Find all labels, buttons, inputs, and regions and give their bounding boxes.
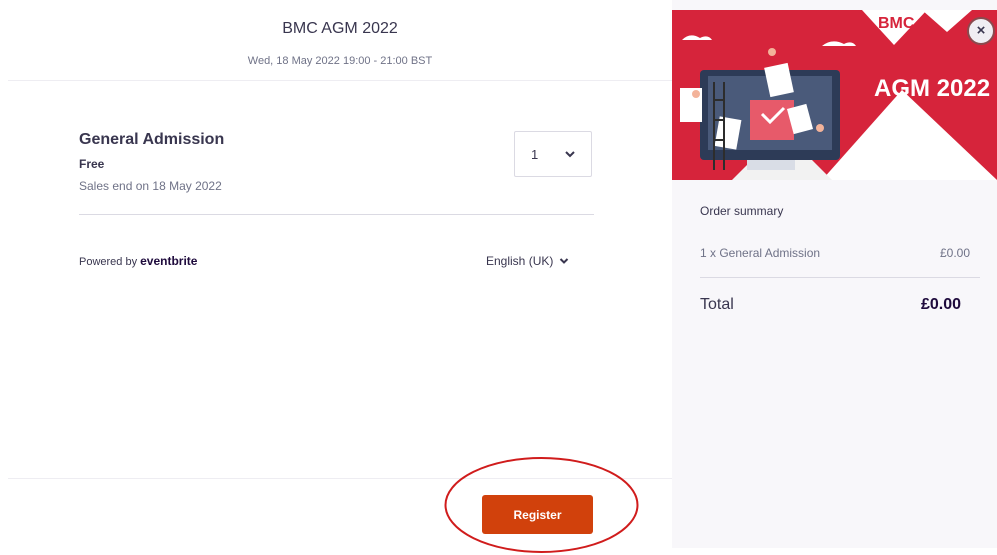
quantity-select[interactable]: 1	[514, 131, 592, 177]
close-button[interactable]: ×	[967, 17, 995, 45]
bmc-logo: BMC	[878, 15, 915, 32]
ticket-name: General Admission	[79, 131, 225, 148]
order-item-label: 1 x General Admission	[700, 246, 821, 260]
language-label: English (UK)	[486, 254, 554, 268]
chevron-down-icon	[565, 151, 575, 158]
event-header: BMC AGM 2022 Wed, 18 May 2022 19:00 - 21…	[8, 0, 672, 81]
language-select[interactable]: English (UK)	[486, 254, 570, 268]
quantity-value: 1	[531, 147, 539, 162]
eventbrite-logo[interactable]: eventbrite	[140, 254, 197, 268]
chevron-down-icon	[560, 258, 569, 264]
annotation-circle	[444, 457, 639, 553]
ticket-sales-end: Sales end on 18 May 2022	[79, 179, 222, 193]
event-banner-image: BMC AGM 2022	[672, 10, 997, 180]
order-summary-panel: BMC AGM 2022	[672, 0, 997, 548]
banner-illustration: BMC AGM 2022	[672, 10, 997, 180]
summary-divider	[700, 277, 980, 278]
total-label: Total	[700, 296, 734, 313]
powered-by: Powered by eventbrite	[79, 254, 197, 268]
event-title: BMC AGM 2022	[282, 20, 398, 37]
powered-by-label: Powered by	[79, 256, 138, 268]
total-value: £0.00	[921, 296, 962, 313]
order-item-value: £0.00	[940, 246, 971, 260]
ticket-row: General Admission Free Sales end on 18 M…	[79, 128, 594, 215]
banner-headline: AGM 2022	[874, 75, 990, 102]
event-date: Wed, 18 May 2022 19:00 - 21:00 BST	[247, 55, 433, 67]
ticket-price: Free	[79, 157, 105, 171]
order-summary-title: Order summary	[700, 204, 784, 218]
